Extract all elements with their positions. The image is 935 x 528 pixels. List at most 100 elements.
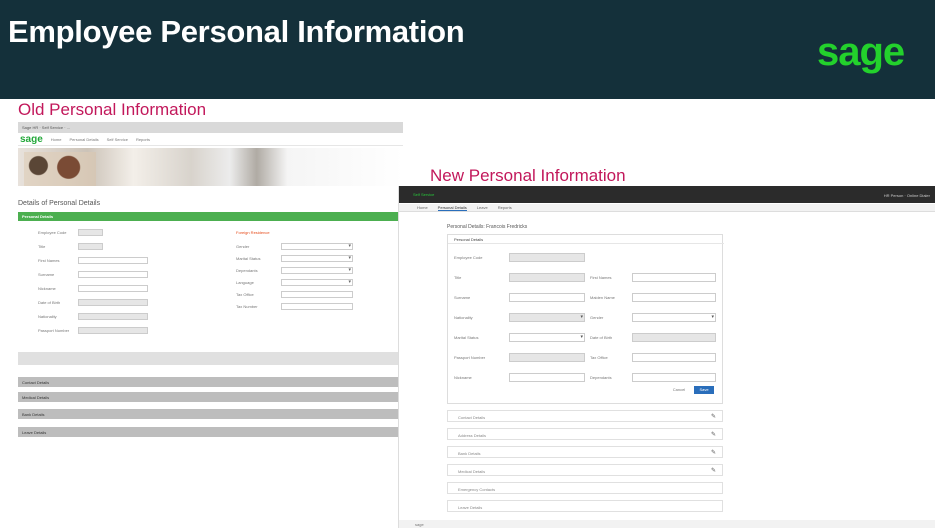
tax-office-field[interactable] [281, 290, 353, 298]
field-label: Gender [236, 243, 250, 249]
gender-select[interactable] [632, 313, 716, 322]
old-page-subheading: Details of Personal Details [18, 200, 101, 207]
field-label: Title [454, 275, 462, 280]
nationality-field [78, 312, 148, 320]
nationality-select[interactable] [509, 313, 585, 322]
field-label: Gender [590, 315, 604, 320]
section-label: Bank Details [458, 451, 481, 456]
breadcrumb: Sage HR · Self Service · ... [18, 122, 403, 133]
sage-logo: sage [817, 30, 905, 74]
field-label: Date of Birth [38, 299, 61, 305]
accordion-medical-details[interactable]: Medical Details [18, 392, 403, 402]
field-label: Nickname [38, 285, 56, 291]
personal-details-card: Personal Details Employee Code Title Sur… [447, 234, 724, 404]
nav-item-personal-details[interactable]: Personal Details [69, 137, 98, 142]
dependants-field[interactable] [632, 373, 716, 382]
nav-item-self-service[interactable]: Self Service [107, 137, 128, 142]
language-select[interactable] [281, 278, 353, 286]
passport-field [78, 326, 148, 334]
title-field [509, 273, 585, 282]
field-label: Employee Code [38, 229, 67, 235]
field-label: First Names [38, 257, 60, 263]
foreign-residence-heading: Foreign Residence [236, 229, 270, 235]
save-button[interactable]: Save [694, 386, 714, 394]
field-label: Passport Number [38, 327, 70, 333]
header-band: Employee Personal Information sage [0, 0, 935, 99]
section-address-details[interactable]: Address Details ✎ [447, 428, 723, 440]
new-footer: sage [399, 520, 935, 528]
passport-field [509, 353, 585, 362]
accordion-bank-details[interactable]: Bank Details [18, 409, 403, 419]
old-form: Employee Code Title First Names Surname … [18, 222, 403, 350]
field-label: Date of Birth [590, 335, 613, 340]
slide-title: Employee Personal Information [8, 14, 465, 49]
marital-status-select[interactable] [281, 254, 353, 262]
nav-item-home[interactable]: Home [51, 137, 62, 142]
field-label: Marital Status [236, 255, 261, 261]
field-label: Language [236, 279, 254, 285]
section-contact-details[interactable]: Contact Details ✎ [447, 410, 723, 422]
employee-code-field [509, 253, 585, 262]
accordion-leave-details[interactable]: Leave Details [18, 427, 403, 437]
old-sage-logo: sage [20, 133, 43, 145]
nav-item-reports[interactable]: Reports [136, 137, 150, 142]
edit-pencil-icon[interactable]: ✎ [711, 431, 716, 438]
field-label: Dependants [590, 375, 612, 380]
new-top-bar: Self Service HR Person · Online Dialer [399, 186, 935, 203]
tax-office-field[interactable] [632, 353, 716, 362]
surname-field[interactable] [78, 270, 148, 278]
app-name: Self Service [413, 192, 435, 197]
nickname-field[interactable] [78, 284, 148, 292]
accordion-contact-details[interactable]: Contact Details [18, 377, 403, 387]
slide: Employee Personal Information sage Old P… [0, 0, 935, 528]
people-photo [24, 152, 96, 186]
first-names-field[interactable] [78, 256, 148, 264]
user-menu[interactable]: HR Person · Online Dialer [884, 193, 930, 198]
edit-pencil-icon[interactable]: ✎ [711, 413, 716, 420]
section-bank-details[interactable]: Bank Details ✎ [447, 446, 723, 458]
cancel-button[interactable]: Cancel [670, 386, 688, 394]
edit-pencil-icon[interactable]: ✎ [711, 467, 716, 474]
field-label: Tax Number [236, 303, 258, 309]
tab-home[interactable]: Home [417, 205, 428, 210]
tab-personal-details[interactable]: Personal Details [437, 205, 467, 211]
old-screenshot: Sage HR · Self Service · ... sage Home P… [18, 122, 403, 442]
dob-field [632, 333, 716, 342]
gender-select[interactable] [281, 242, 353, 250]
dependants-stepper[interactable] [281, 266, 353, 274]
new-screenshot: Self Service HR Person · Online Dialer H… [398, 186, 935, 528]
edit-pencil-icon[interactable]: ✎ [711, 449, 716, 456]
field-label: Passport Number [454, 355, 486, 360]
tab-reports[interactable]: Reports [498, 205, 512, 210]
section-label: Address Details [458, 433, 487, 438]
dob-field [78, 298, 148, 306]
employee-code-field [78, 228, 103, 236]
section-label: Emergency Contacts [458, 487, 496, 492]
section-emergency-contacts[interactable]: Emergency Contacts [447, 482, 723, 494]
section-medical-details[interactable]: Medical Details ✎ [447, 464, 723, 476]
nickname-field[interactable] [509, 373, 585, 382]
new-tab-bar: Home Personal Details Leave Reports [399, 204, 935, 212]
field-label: First Names [590, 275, 612, 280]
title-field[interactable] [78, 242, 103, 250]
divider-band [18, 352, 403, 365]
tax-number-field[interactable] [281, 302, 353, 310]
field-label: Title [38, 243, 46, 249]
tab-leave[interactable]: Leave [477, 205, 488, 210]
field-label: Nationality [454, 315, 473, 320]
card-header[interactable]: Personal Details [448, 235, 724, 244]
new-page-title: Personal Details: Francois Fredricks [447, 224, 528, 230]
marital-status-select[interactable] [509, 333, 585, 342]
maiden-name-field[interactable] [632, 293, 716, 302]
section-label: Medical Details [458, 469, 486, 474]
field-label: Nationality [38, 313, 57, 319]
field-label: Nickname [454, 375, 472, 380]
field-label: Maiden Name [590, 295, 615, 300]
section-label: Leave Details [458, 505, 483, 510]
section-leave-details[interactable]: Leave Details [447, 500, 723, 512]
new-section-title: New Personal Information [430, 166, 626, 185]
field-label: Employee Code [454, 255, 483, 260]
first-names-field[interactable] [632, 273, 716, 282]
surname-field[interactable] [509, 293, 585, 302]
field-label: Dependants [236, 267, 258, 273]
